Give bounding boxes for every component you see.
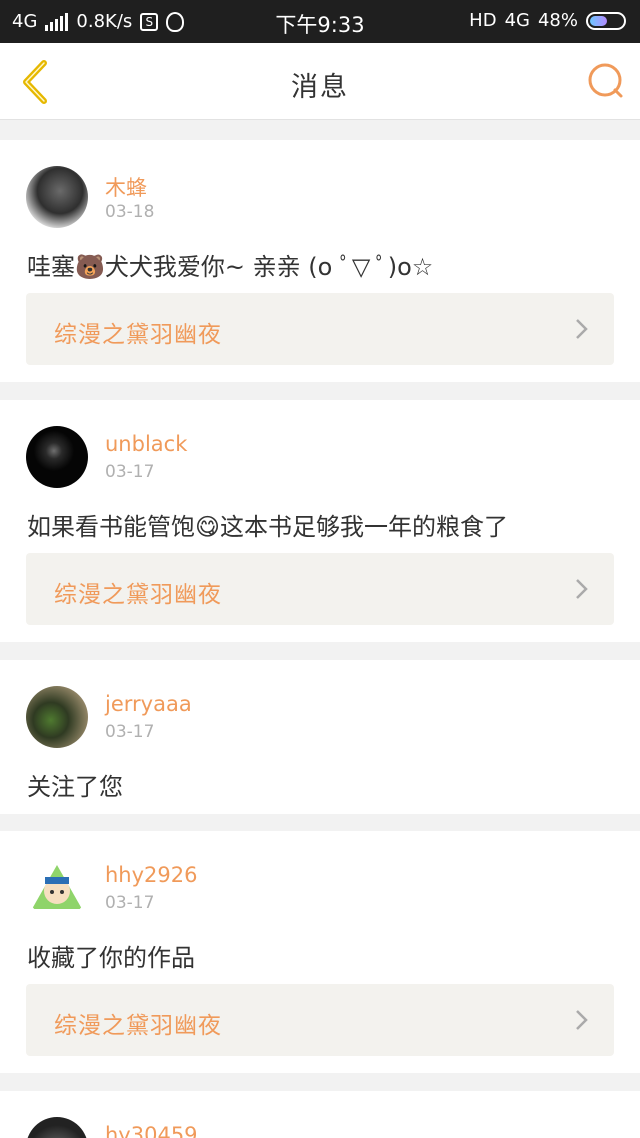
message-item: jerryaaa 03-17 关注了您 <box>0 660 640 814</box>
page-title: 消息 <box>291 72 349 103</box>
message-date: 03-17 <box>105 462 155 482</box>
book-link[interactable]: 综漫之黛羽幽夜 <box>26 984 614 1056</box>
username[interactable]: hy30459 <box>105 1123 198 1138</box>
book-title: 综漫之黛羽幽夜 <box>54 582 222 608</box>
avatar[interactable] <box>26 166 88 228</box>
username[interactable]: 木蜂 <box>105 172 147 202</box>
book-link[interactable]: 综漫之黛羽幽夜 <box>26 553 614 625</box>
username[interactable]: hhy2926 <box>105 863 198 887</box>
message-date: 03-17 <box>105 722 155 742</box>
battery-percent: 48% <box>537 10 578 31</box>
avatar[interactable] <box>26 1117 88 1138</box>
message-item: hy30459 <box>0 1091 640 1138</box>
book-link[interactable]: 综漫之黛羽幽夜 <box>26 293 614 365</box>
battery-icon <box>586 11 626 30</box>
username[interactable]: unblack <box>105 432 187 456</box>
message-item: unblack 03-17 如果看书能管饱😋这本书足够我一年的粮食了 综漫之黛羽… <box>0 400 640 642</box>
chevron-right-icon <box>576 579 588 599</box>
message-item: 木蜂 03-18 哇塞🐻犬犬我爱你~ 亲亲 (o ﾟ▽ ﾟ)o☆ 综漫之黛羽幽夜 <box>0 140 640 382</box>
header: 消息 <box>0 43 640 120</box>
message-text: 收藏了你的作品 <box>27 944 195 972</box>
book-title: 综漫之黛羽幽夜 <box>54 322 222 348</box>
network-type-right: 4G <box>504 10 530 31</box>
status-right: HD 4G 48% <box>469 10 626 31</box>
message-text: 如果看书能管饱😋这本书足够我一年的粮食了 <box>27 513 509 541</box>
chevron-right-icon <box>576 1010 588 1030</box>
avatar[interactable] <box>26 857 88 919</box>
search-icon <box>588 63 623 98</box>
message-date: 03-18 <box>105 202 155 222</box>
search-button[interactable] <box>586 61 626 101</box>
username[interactable]: jerryaaa <box>105 692 192 716</box>
avatar[interactable] <box>26 426 88 488</box>
status-bar: 4G 0.8K/s S 下午9:33 HD 4G 48% <box>0 0 640 43</box>
avatar[interactable] <box>26 686 88 748</box>
message-item: hhy2926 03-17 收藏了你的作品 综漫之黛羽幽夜 <box>0 831 640 1073</box>
book-title: 综漫之黛羽幽夜 <box>54 1013 222 1039</box>
message-text: 哇塞🐻犬犬我爱你~ 亲亲 (o ﾟ▽ ﾟ)o☆ <box>27 253 434 281</box>
message-date: 03-17 <box>105 893 155 913</box>
message-text: 关注了您 <box>27 773 123 801</box>
chevron-right-icon <box>576 319 588 339</box>
avatar-illustration <box>32 865 82 909</box>
hd-indicator: HD <box>469 10 497 31</box>
